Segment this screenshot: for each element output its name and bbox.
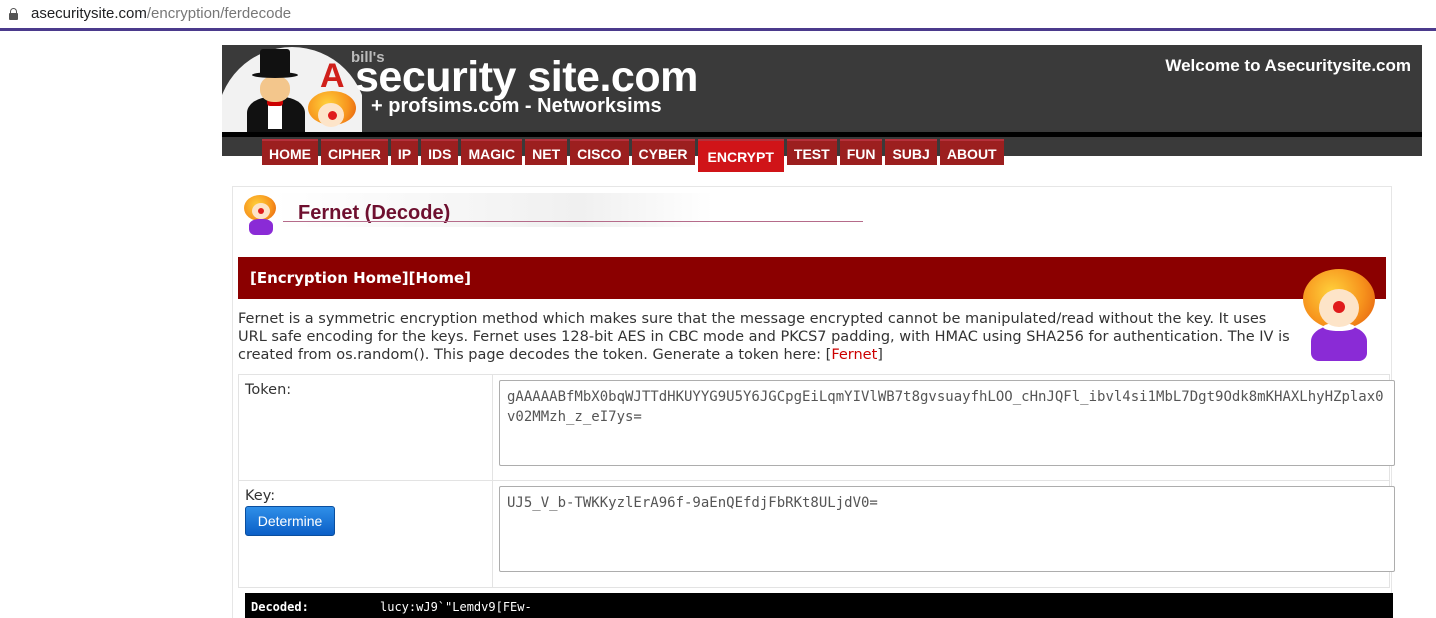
title-underline: [283, 221, 863, 222]
decoded-label: Decoded:: [251, 600, 309, 614]
decoded-value: lucy:wJ9`"Lemdv9[FEw-: [380, 600, 532, 614]
nav-cipher[interactable]: CIPHER: [321, 139, 388, 165]
nav-magic[interactable]: MAGIC: [461, 139, 523, 165]
key-textarea[interactable]: UJ5_V_b-TWKKyzlErA96f-9aEnQEfdjFbRKt8ULj…: [499, 486, 1395, 572]
browser-url-bar[interactable]: asecuritysite.com/encryption/ferdecode: [0, 0, 1436, 31]
clown-icon: [244, 195, 278, 235]
decoded-output: Decoded: lucy:wJ9`"Lemdv9[FEw-: [245, 593, 1393, 618]
fernet-link-bracket-close: ]: [877, 347, 883, 363]
nav-cisco[interactable]: CISCO: [570, 139, 629, 165]
nav-net[interactable]: NET: [525, 139, 568, 165]
token-row: Token: gAAAAABfMbX0bqWJTTdHKUYYG9U5Y6JGC…: [239, 375, 1395, 481]
nav-encrypt[interactable]: ENCRYPT: [697, 139, 784, 172]
logo-subtitle: + profsims.com - Networksims: [371, 95, 662, 117]
main-content: Fernet (Decode) [Encryption Home][Home] …: [232, 186, 1395, 618]
key-row: Key: Determine UJ5_V_b-TWKKyzlErA96f-9aE…: [239, 481, 1395, 587]
clown-icon: [304, 91, 360, 133]
nav-home[interactable]: HOME: [262, 139, 318, 165]
welcome-text: Welcome to Asecuritysite.com: [1165, 56, 1411, 75]
clown-mascot-icon: [1301, 269, 1379, 361]
fernet-link[interactable]: Fernet: [831, 347, 877, 363]
nav-ids[interactable]: IDS: [421, 139, 459, 165]
nav-subj[interactable]: SUBJ: [885, 139, 937, 165]
lock-icon: [9, 8, 18, 20]
description-body: Fernet is a symmetric encryption method …: [238, 311, 1290, 363]
url-path: /encryption/ferdecode: [146, 5, 292, 22]
determine-button[interactable]: Determine: [245, 506, 335, 536]
token-label: Token:: [245, 382, 292, 398]
nav-test[interactable]: TEST: [786, 139, 837, 165]
decode-form: Token: gAAAAABfMbX0bqWJTTdHKUYYG9U5Y6JGC…: [238, 374, 1395, 588]
key-label: Key:: [245, 488, 276, 504]
nav-cyber[interactable]: CYBER: [631, 139, 695, 165]
breadcrumb-bar: [Encryption Home][Home]: [238, 257, 1386, 299]
breadcrumb-links[interactable]: [Encryption Home][Home]: [250, 269, 471, 287]
token-textarea[interactable]: gAAAAABfMbX0bqWJTTdHKUYYG9U5Y6JGCpgEiLqm…: [499, 380, 1395, 466]
url-text[interactable]: asecuritysite.com/encryption/ferdecode: [31, 5, 291, 22]
main-nav: HOME CIPHER IP IDS MAGIC NET CISCO CYBER…: [262, 139, 1007, 172]
nav-fun[interactable]: FUN: [839, 139, 883, 165]
nav-ip[interactable]: IP: [390, 139, 419, 165]
url-domain: asecuritysite.com: [31, 5, 147, 22]
nav-about[interactable]: ABOUT: [939, 139, 1004, 165]
logo-letter: A: [320, 57, 345, 95]
description-text: Fernet is a symmetric encryption method …: [238, 310, 1298, 364]
top-hat-icon: [260, 49, 290, 75]
